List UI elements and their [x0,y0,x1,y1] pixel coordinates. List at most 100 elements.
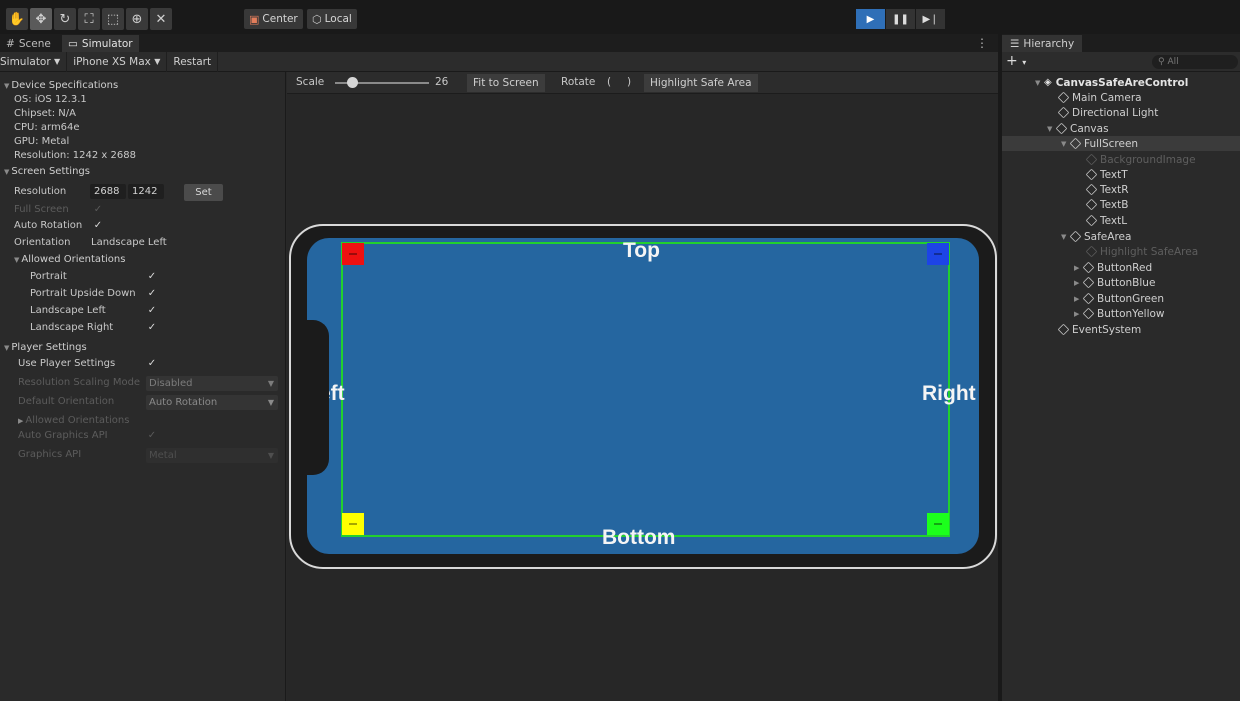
hierarchy-item-label: Canvas [1070,122,1109,135]
resolution-label: Resolution [14,186,67,197]
device-notch [307,320,329,475]
hierarchy-item-textr[interactable]: TextR [1002,182,1240,197]
resolution-width-input[interactable]: 2688 [90,184,126,199]
landscape-right-checkbox[interactable]: ✓ [146,322,158,334]
hierarchy-item-backgroundimage[interactable]: BackgroundImage [1002,152,1240,167]
local-cube-icon: ⬡ [312,12,322,26]
highlight-safe-area-button[interactable]: Highlight Safe Area [644,74,758,92]
foldout-triangle-icon: ▼ [4,168,10,176]
hierarchy-item-buttongreen[interactable]: ▶ ButtonGreen [1002,291,1240,306]
hierarchy-item-main-camera[interactable]: Main Camera [1002,90,1240,105]
device-specs-foldout[interactable]: ▼ Device Specifications [4,80,118,94]
scaling-mode-value: Disabled [149,378,193,389]
tab-scene[interactable]: # Scene [0,35,57,52]
tab-hierarchy-label: Hierarchy [1023,37,1075,50]
allowed-orientations-foldout[interactable]: ▼ Allowed Orientations [14,254,125,268]
hierarchy-item-label: EventSystem [1072,323,1142,336]
hierarchy-item-label: TextR [1100,183,1129,196]
rotate-right-button[interactable]: ) [627,76,631,88]
pivot-local-button[interactable]: ⬡ Local [307,9,357,29]
add-object-button[interactable]: + ▾ [1006,53,1026,69]
orientation-row: Orientation Landscape Left [14,237,284,251]
step-icon[interactable]: ▶❘ [916,9,945,29]
scale-slider-knob[interactable] [347,77,358,88]
hierarchy-item-eventsystem[interactable]: EventSystem [1002,322,1240,337]
portrait-row: Portrait ✓ [30,271,284,285]
device-dropdown[interactable]: iPhone XS Max ▼ [67,51,168,72]
simulator-mode-dropdown[interactable]: Simulator ▼ [0,51,68,72]
hierarchy-item-directional-light[interactable]: Directional Light [1002,105,1240,120]
transform-icon[interactable]: ⊕ [126,8,148,30]
hierarchy-item-buttonblue[interactable]: ▶ ButtonBlue [1002,275,1240,290]
search-placeholder: All [1167,57,1179,67]
hierarchy-item-textb[interactable]: TextB [1002,197,1240,212]
auto-rotation-row: Auto Rotation ✓ [14,220,284,234]
spec-chipset: Chipset: N/A [14,108,76,119]
hierarchy-item-safearea[interactable]: ▼ SafeArea [1002,229,1240,244]
rotate-left-button[interactable]: ( [607,76,611,88]
button-green[interactable] [927,513,949,535]
hierarchy-item-label: ButtonGreen [1097,292,1164,305]
landscape-right-label: Landscape Right [30,322,114,333]
gameobject-cube-icon [1069,230,1082,243]
hierarchy-item-canvas[interactable]: ▼ Canvas [1002,121,1240,136]
landscape-left-checkbox[interactable]: ✓ [146,305,158,317]
hierarchy-item-buttonred[interactable]: ▶ ButtonRed [1002,260,1240,275]
hierarchy-search-input[interactable]: ⚲ All [1152,55,1238,69]
full-screen-checkbox[interactable]: ✓ [92,204,104,216]
screen-settings-foldout[interactable]: ▼ Screen Settings [4,166,90,180]
button-red[interactable] [342,243,364,265]
default-orientation-dropdown[interactable]: Auto Rotation ▼ [146,395,278,410]
hierarchy-item-label: TextT [1100,168,1128,181]
set-resolution-button[interactable]: Set [184,184,223,201]
button-blue[interactable] [927,243,949,265]
device-screen[interactable]: Top Right eft Bottom [307,238,979,554]
portrait-upside-checkbox[interactable]: ✓ [146,288,158,300]
orientation-value: Landscape Left [91,237,167,248]
text-right: Right [922,382,976,405]
hierarchy-item-highlight-safearea[interactable]: Highlight SafeArea [1002,244,1240,259]
player-settings-foldout[interactable]: ▼ Player Settings [4,342,87,356]
simulator-settings-panel: ▼ Device Specifications OS: iOS 12.3.1 Ch… [0,72,286,701]
button-blue-mark [934,253,942,255]
hierarchy-item-label: CanvasSafeAreControl [1055,76,1189,89]
pivot-center-button[interactable]: ▣ Center [244,9,303,29]
graphics-api-dropdown[interactable]: Metal ▼ [146,448,278,463]
rect-icon[interactable]: ⬚ [102,8,124,30]
hierarchy-item-label: ButtonBlue [1097,276,1156,289]
restart-button[interactable]: Restart [167,51,219,72]
resolution-height-input[interactable]: 1242 [128,184,164,199]
hierarchy-item-label: SafeArea [1084,230,1132,243]
kebab-menu-icon[interactable]: ⋮ [976,36,988,50]
button-yellow[interactable] [342,513,364,535]
hand-icon[interactable]: ✋ [6,8,28,30]
hierarchy-item-label: TextB [1100,198,1129,211]
default-orientation-label: Default Orientation [18,396,115,407]
scale-icon[interactable]: ⛶ [78,8,100,30]
foldout-triangle-icon: ▼ [14,256,20,264]
gameobject-cube-icon [1085,183,1098,196]
window-tabbar: # Scene ▭ Simulator ⋮ [0,34,998,52]
hierarchy-item-fullscreen[interactable]: ▼ FullScreen [1002,136,1240,151]
hierarchy-item-textt[interactable]: TextT [1002,167,1240,182]
fit-to-screen-button[interactable]: Fit to Screen [467,74,545,92]
portrait-checkbox[interactable]: ✓ [146,271,158,283]
pause-icon[interactable]: ❚❚ [886,9,915,29]
foldout-triangle-icon: ▶ [1074,278,1080,287]
tab-simulator[interactable]: ▭ Simulator [62,35,139,52]
auto-graphics-row: Auto Graphics API ✓ [18,430,284,444]
auto-rotation-checkbox[interactable]: ✓ [92,220,104,232]
move-icon[interactable]: ✥ [30,8,52,30]
player-allowed-orientations-foldout[interactable]: ▶ Allowed Orientations [18,415,129,429]
auto-graphics-checkbox[interactable]: ✓ [146,430,158,442]
scale-label: Scale [296,76,325,88]
hierarchy-item-textl[interactable]: TextL [1002,213,1240,228]
play-icon[interactable]: ▶ [856,9,885,29]
hierarchy-item-buttonyellow[interactable]: ▶ ButtonYellow [1002,306,1240,321]
rotate-icon[interactable]: ↻ [54,8,76,30]
tab-hierarchy[interactable]: ☰ Hierarchy [1002,35,1083,52]
custom-tool-icon[interactable]: ✕ [150,8,172,30]
scaling-mode-dropdown[interactable]: Disabled ▼ [146,376,278,391]
hierarchy-item-canvassafeareacontrol[interactable]: ▼ ◈ CanvasSafeAreControl [1002,75,1240,90]
use-player-settings-checkbox[interactable]: ✓ [146,358,158,370]
